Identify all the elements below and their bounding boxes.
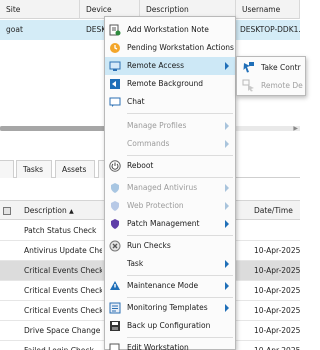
maintenance-icon [108,279,121,292]
menu-item-web-protection[interactable]: Web Protection [105,197,235,215]
pending-actions-icon [108,41,121,54]
menu-item-reboot[interactable]: Reboot [105,157,235,175]
menu-item-monitoring-templates[interactable]: Monitoring Templates [105,299,235,317]
column-header-username[interactable]: Username [236,0,300,19]
submenu-arrow-icon [225,220,229,228]
submenu-item-take-control[interactable]: Take Contr [237,59,307,77]
row-date: 10-Apr-2025 [254,306,300,315]
menu-item-task[interactable]: Task [105,255,235,273]
menu-item-add-workstation-note[interactable]: Add Workstation Note [105,21,235,39]
menu-item-remote-access[interactable]: Remote Access [105,57,235,75]
menu-item-patch-management[interactable]: Patch Management [105,215,235,233]
sort-ascending-icon: ▲ [69,208,74,215]
tab-hidden-left[interactable] [0,160,14,178]
shield-icon [108,181,121,194]
row-description: Critical Events Check [24,306,102,315]
row-date: 10-Apr-2025 [254,246,300,255]
edit-workstation-icon [108,341,121,350]
run-checks-icon [108,239,121,252]
monitoring-templates-icon [108,301,121,314]
row-description: Antivirus Update Check [24,246,102,255]
menu-separator [127,177,233,178]
patch-shield-icon [108,217,121,230]
tab-tasks[interactable]: Tasks [16,160,52,178]
submenu-arrow-icon [225,304,229,312]
column-header-date[interactable]: Date/Time [250,201,300,221]
cell-site: goat [6,25,23,34]
menu-separator [127,337,233,338]
power-icon [108,159,121,172]
submenu-arrow-icon [225,184,229,192]
menu-item-edit-workstation[interactable]: Edit Workstation [105,339,235,350]
submenu-arrow-icon [225,202,229,210]
take-control-icon [242,61,255,74]
row-description: Critical Events Check [24,286,102,295]
column-header-description[interactable]: Description ▲ [20,201,102,221]
cell-username: DESKTOP-DDK1... [240,25,300,34]
backup-config-icon [108,319,121,332]
remote-background-icon [108,77,121,90]
submenu-arrow-icon [225,260,229,268]
row-date: 10-Apr-2025 [254,326,300,335]
menu-item-run-checks[interactable]: Run Checks [105,237,235,255]
row-date: 10-Apr-2025 [250,341,300,350]
submenu-arrow-icon [225,122,229,130]
menu-separator [127,275,233,276]
remote-desktop-icon [242,79,255,92]
chat-icon [108,95,121,108]
scroll-right-icon[interactable]: ▶ [293,125,298,132]
menu-separator [127,297,233,298]
grid-toggle-icon[interactable] [3,207,11,215]
note-add-icon [108,23,121,36]
submenu-item-remote-desktop[interactable]: Remote De [237,77,307,95]
menu-separator [127,235,233,236]
menu-item-maintenance-mode[interactable]: Maintenance Mode [105,277,235,295]
menu-item-remote-background[interactable]: Remote Background [105,75,235,93]
submenu-arrow-icon [225,62,229,70]
menu-separator [127,113,233,114]
menu-item-commands[interactable]: Commands [105,135,235,153]
row-description: Patch Status Check [24,226,97,235]
remote-access-submenu: Take Contr Remote De [236,56,306,96]
menu-item-manage-profiles[interactable]: Manage Profiles [105,117,235,135]
menu-item-pending-actions[interactable]: Pending Workstation Actions [105,39,235,57]
menu-item-backup-configuration[interactable]: Back up Configuration [105,317,235,335]
tab-assets[interactable]: Assets [55,160,95,178]
row-date: 10-Apr-2025 [254,286,300,295]
row-date: 10-Apr-2025 [254,266,300,275]
remote-access-icon [108,59,121,72]
menu-item-chat[interactable]: Chat [105,93,235,111]
submenu-arrow-icon [225,140,229,148]
menu-separator [127,155,233,156]
row-description: Failed Login Check [20,341,102,350]
web-shield-icon [108,199,121,212]
row-description: Drive Space Change C [24,326,102,335]
column-header-site[interactable]: Site [0,0,80,19]
menu-item-managed-antivirus[interactable]: Managed Antivirus [105,179,235,197]
row-description: Critical Events Check [24,266,102,275]
context-menu: Add Workstation Note Pending Workstation… [104,16,236,350]
submenu-arrow-icon [225,282,229,290]
